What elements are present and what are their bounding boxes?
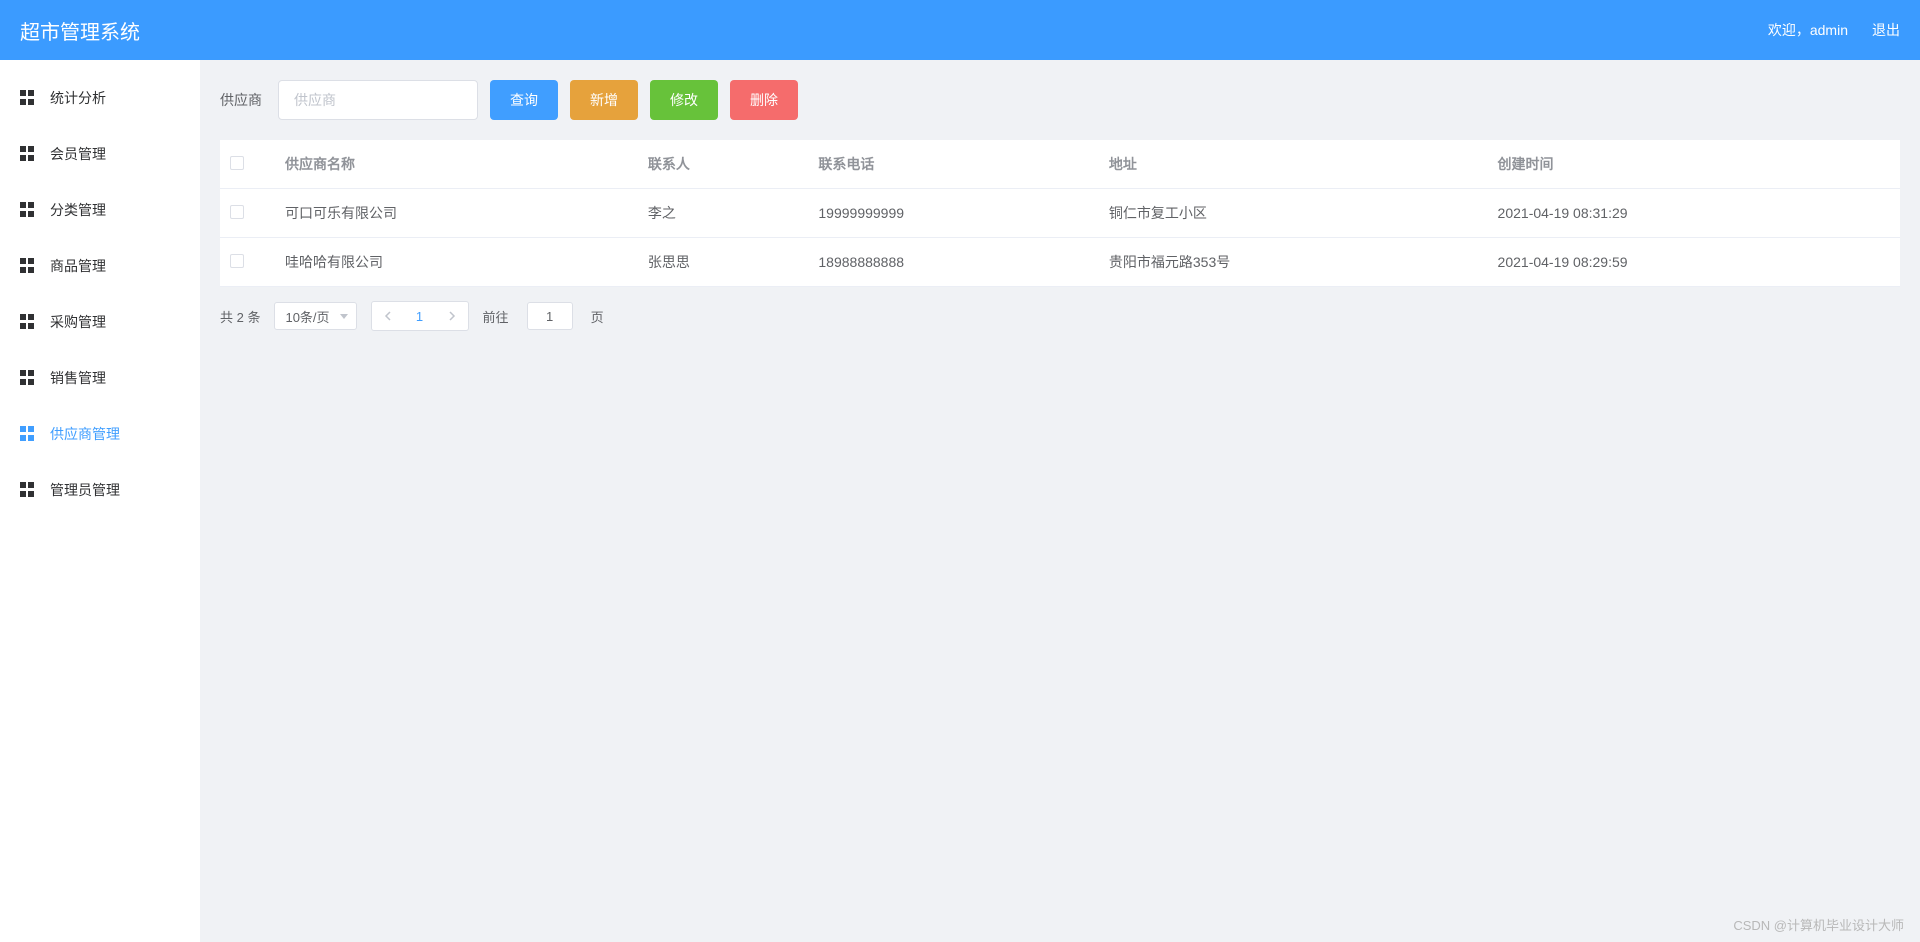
- grid-icon: [20, 90, 36, 106]
- main-content: 供应商 查询 新增 修改 删除 供应商名称 联系人 联系电话 地址 创建时间: [200, 60, 1920, 942]
- cell-created: 2021-04-19 08:31:29: [1488, 189, 1900, 238]
- checkbox-all[interactable]: [230, 156, 244, 170]
- chevron-right-icon: [448, 311, 456, 321]
- grid-icon: [20, 202, 36, 218]
- grid-icon: [20, 370, 36, 386]
- cell-name: 可口可乐有限公司: [275, 189, 638, 238]
- sidebar-item-admins[interactable]: 管理员管理: [0, 462, 200, 518]
- table-row: 可口可乐有限公司 李之 19999999999 铜仁市复工小区 2021-04-…: [220, 189, 1900, 238]
- jump-input[interactable]: [527, 302, 573, 330]
- next-page-button[interactable]: [436, 302, 468, 330]
- page-size-select[interactable]: 10条/页: [274, 302, 356, 330]
- table-row: 哇哈哈有限公司 张思思 18988888888 贵阳市福元路353号 2021-…: [220, 238, 1900, 287]
- logout-link[interactable]: 退出: [1872, 20, 1900, 40]
- pager: 1: [371, 301, 469, 331]
- sidebar-item-label: 采购管理: [50, 312, 106, 332]
- pagination: 共 2 条 10条/页 1 前往 页: [220, 301, 1900, 331]
- sidebar-item-label: 统计分析: [50, 88, 106, 108]
- jump-prefix: 前往: [483, 307, 509, 326]
- col-phone: 联系电话: [808, 140, 1099, 189]
- row-checkbox[interactable]: [230, 205, 244, 219]
- cell-contact: 张思思: [638, 238, 808, 287]
- cell-address: 铜仁市复工小区: [1099, 189, 1488, 238]
- sidebar-item-categories[interactable]: 分类管理: [0, 182, 200, 238]
- supplier-table: 供应商名称 联系人 联系电话 地址 创建时间 可口可乐有限公司 李之 19999…: [220, 140, 1900, 287]
- sidebar-item-products[interactable]: 商品管理: [0, 238, 200, 294]
- grid-icon: [20, 314, 36, 330]
- search-input[interactable]: [278, 80, 478, 120]
- grid-icon: [20, 258, 36, 274]
- cell-phone: 19999999999: [808, 189, 1099, 238]
- sidebar-item-label: 分类管理: [50, 200, 106, 220]
- grid-icon: [20, 426, 36, 442]
- cell-contact: 李之: [638, 189, 808, 238]
- col-name: 供应商名称: [275, 140, 638, 189]
- chevron-left-icon: [384, 311, 392, 321]
- header: 超市管理系统 欢迎，admin 退出: [0, 0, 1920, 60]
- cell-created: 2021-04-19 08:29:59: [1488, 238, 1900, 287]
- toolbar: 供应商 查询 新增 修改 删除: [220, 80, 1900, 120]
- sidebar-item-purchase[interactable]: 采购管理: [0, 294, 200, 350]
- search-label: 供应商: [220, 90, 262, 110]
- page-number[interactable]: 1: [404, 302, 436, 330]
- edit-button[interactable]: 修改: [650, 80, 718, 120]
- cell-address: 贵阳市福元路353号: [1099, 238, 1488, 287]
- sidebar-item-label: 会员管理: [50, 144, 106, 164]
- grid-icon: [20, 146, 36, 162]
- grid-icon: [20, 482, 36, 498]
- sidebar-item-suppliers[interactable]: 供应商管理: [0, 406, 200, 462]
- total-text: 共 2 条: [220, 307, 260, 326]
- prev-page-button[interactable]: [372, 302, 404, 330]
- sidebar-item-label: 销售管理: [50, 368, 106, 388]
- cell-name: 哇哈哈有限公司: [275, 238, 638, 287]
- add-button[interactable]: 新增: [570, 80, 638, 120]
- welcome-text: 欢迎，admin: [1768, 20, 1848, 40]
- header-right: 欢迎，admin 退出: [1768, 20, 1900, 40]
- row-checkbox[interactable]: [230, 254, 244, 268]
- col-contact: 联系人: [638, 140, 808, 189]
- query-button[interactable]: 查询: [490, 80, 558, 120]
- cell-phone: 18988888888: [808, 238, 1099, 287]
- app-title: 超市管理系统: [20, 16, 140, 45]
- sidebar: 统计分析 会员管理 分类管理 商品管理 采购管理 销售管理 供应商管理 管理员: [0, 60, 200, 942]
- chevron-down-icon: [340, 314, 348, 319]
- page-size-value: 10条/页: [285, 307, 329, 326]
- sidebar-item-label: 供应商管理: [50, 424, 120, 444]
- delete-button[interactable]: 删除: [730, 80, 798, 120]
- watermark: CSDN @计算机毕业设计大师: [1733, 915, 1904, 934]
- sidebar-item-members[interactable]: 会员管理: [0, 126, 200, 182]
- table-header-row: 供应商名称 联系人 联系电话 地址 创建时间: [220, 140, 1900, 189]
- sidebar-item-label: 管理员管理: [50, 480, 120, 500]
- sidebar-item-stats[interactable]: 统计分析: [0, 70, 200, 126]
- col-created: 创建时间: [1488, 140, 1900, 189]
- sidebar-item-label: 商品管理: [50, 256, 106, 276]
- col-address: 地址: [1099, 140, 1488, 189]
- sidebar-item-sales[interactable]: 销售管理: [0, 350, 200, 406]
- jump-suffix: 页: [591, 307, 604, 326]
